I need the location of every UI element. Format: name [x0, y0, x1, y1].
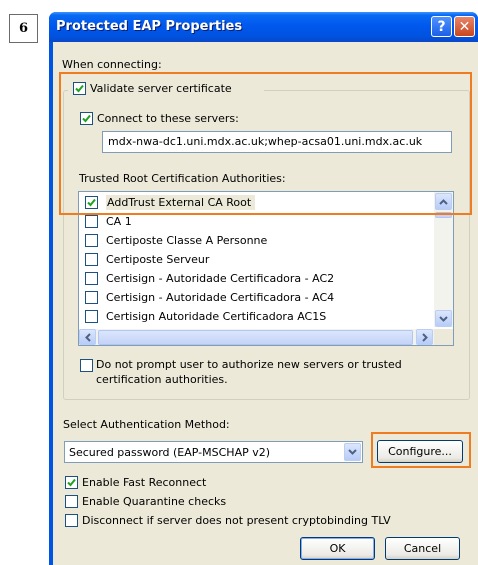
ca-item-label: Certisign - Autoridade Certificadora - A…: [106, 271, 335, 285]
auth-method-dropdown-button[interactable]: [344, 443, 361, 461]
when-connecting-label: When connecting:: [62, 58, 162, 71]
chevron-right-icon: [421, 332, 428, 342]
do-not-prompt-label-line2: certification authorities.: [96, 373, 228, 386]
chevron-down-icon: [348, 449, 357, 455]
ca-item-label: Certisign Autoridade Certificadora AC1S: [106, 309, 327, 323]
quarantine-checkbox[interactable]: [65, 495, 78, 508]
ca-item-label: CA 1: [106, 214, 132, 228]
ca-checkbox[interactable]: [85, 271, 98, 285]
list-item[interactable]: Certisign - Autoridade Certificadora - A…: [85, 270, 334, 286]
ca-item-label: Certiposte Serveur: [106, 252, 210, 266]
scroll-left-button[interactable]: [79, 329, 96, 345]
list-item[interactable]: Certiposte Classe A Personne: [85, 232, 267, 248]
highlight-validate-section: [59, 72, 472, 215]
scroll-down-button[interactable]: [435, 310, 452, 327]
do-not-prompt-label-line1: Do not prompt user to authorize new serv…: [96, 358, 402, 371]
highlight-configure-button: [371, 432, 471, 468]
help-button[interactable]: ?: [431, 16, 452, 37]
window-title: Protected EAP Properties: [56, 19, 243, 34]
list-item[interactable]: Certisign Autoridade Certificadora AC1S: [85, 308, 326, 324]
step-number-badge: 6: [9, 14, 38, 43]
ca-checkbox[interactable]: [85, 309, 98, 323]
chevron-left-icon: [84, 332, 91, 342]
list-item[interactable]: Certisign - Autoridade Certificadora - A…: [85, 289, 334, 305]
scroll-right-button[interactable]: [416, 329, 433, 345]
ok-button[interactable]: OK: [300, 537, 375, 560]
quarantine-label: Enable Quarantine checks: [82, 495, 227, 508]
ca-checkbox[interactable]: [85, 214, 98, 228]
fast-reconnect-checkbox[interactable]: [65, 476, 78, 489]
list-item[interactable]: Certiposte Serveur: [85, 251, 209, 267]
cryptobinding-label: Disconnect if server does not present cr…: [82, 514, 391, 527]
check-icon: [67, 478, 76, 487]
cryptobinding-checkbox[interactable]: [65, 514, 78, 527]
scrollbar-corner: [434, 329, 453, 345]
auth-method-label: Select Authentication Method:: [63, 418, 230, 431]
close-button[interactable]: ✕: [454, 16, 475, 37]
cancel-button[interactable]: Cancel: [385, 537, 460, 560]
ca-checkbox[interactable]: [85, 290, 98, 304]
list-item[interactable]: CA 1: [85, 213, 132, 229]
ca-item-label: Certisign - Autoridade Certificadora - A…: [106, 290, 335, 304]
fast-reconnect-label: Enable Fast Reconnect: [82, 476, 207, 489]
ca-checkbox[interactable]: [85, 233, 98, 247]
do-not-prompt-checkbox[interactable]: [80, 359, 93, 372]
chevron-down-icon: [439, 315, 448, 322]
auth-method-select[interactable]: Secured password (EAP-MSCHAP v2): [64, 441, 363, 463]
horizontal-scroll-thumb[interactable]: [98, 330, 413, 345]
ca-checkbox[interactable]: [85, 252, 98, 266]
ca-item-label: Certiposte Classe A Personne: [106, 233, 268, 247]
